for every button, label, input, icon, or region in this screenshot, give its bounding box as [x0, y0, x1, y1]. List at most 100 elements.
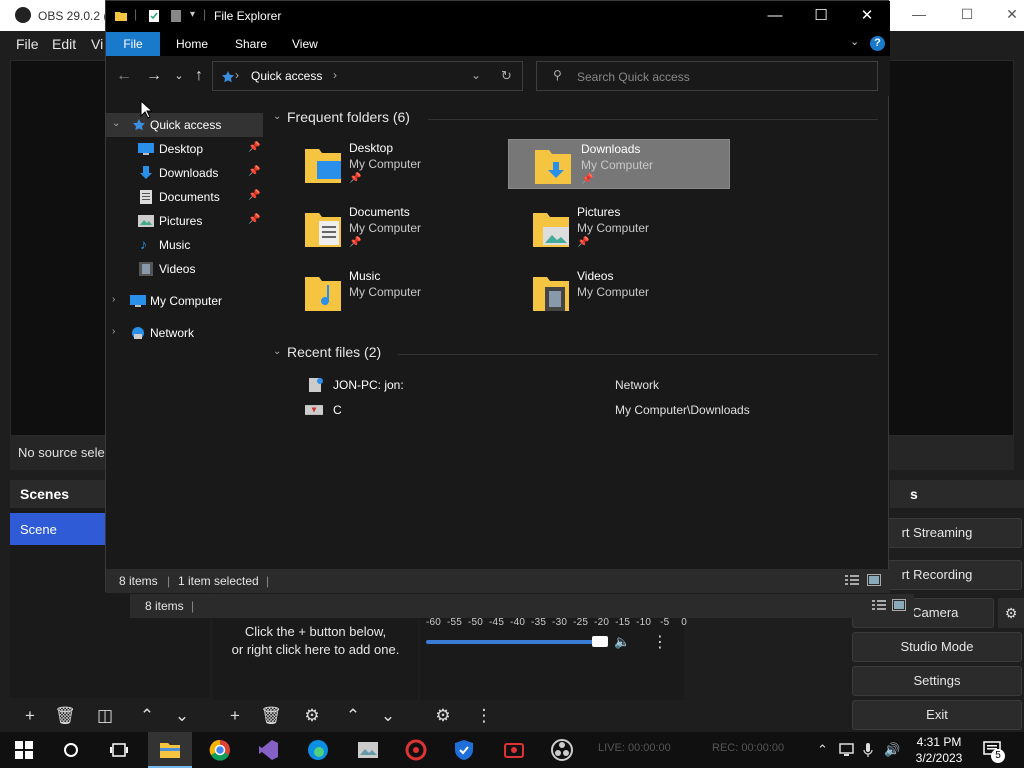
- folder-tile-downloads[interactable]: Downloads My Computer 📌: [508, 139, 730, 189]
- obs-menu-file[interactable]: File: [16, 36, 39, 52]
- volume-slider[interactable]: [426, 640, 602, 644]
- pin-icon[interactable]: 📌: [248, 142, 260, 153]
- move-source-up-icon[interactable]: ⌃: [340, 704, 366, 728]
- nav-item-quick-access[interactable]: ⌄ Quick access: [106, 113, 263, 137]
- ribbon-tab-share[interactable]: Share: [235, 37, 267, 51]
- nav-item-videos[interactable]: Videos: [106, 257, 263, 281]
- scene-filters-icon[interactable]: ◫: [92, 704, 118, 728]
- search-icon[interactable]: [63, 742, 79, 758]
- collapse-chevron-icon[interactable]: ⌄: [273, 111, 281, 122]
- nav-item-desktop[interactable]: Desktop 📌: [106, 137, 263, 161]
- volume-slider-handle[interactable]: [592, 636, 608, 647]
- search-box[interactable]: ⚲ Search Quick access: [536, 61, 878, 91]
- taskbar-app-camera[interactable]: [492, 732, 536, 768]
- pin-icon[interactable]: 📌: [349, 173, 361, 184]
- ribbon-tab-home[interactable]: Home: [176, 37, 208, 51]
- pin-icon[interactable]: 📌: [577, 237, 589, 248]
- recent-locations-icon[interactable]: ⌄: [168, 66, 190, 86]
- recent-file-row[interactable]: JON-PC: jon: Network: [295, 375, 875, 397]
- muted-speaker-icon[interactable]: 🔈: [614, 634, 630, 650]
- taskbar-app-shield[interactable]: [442, 732, 486, 768]
- ribbon-tab-file[interactable]: File: [106, 32, 160, 56]
- taskbar-edge[interactable]: [296, 732, 340, 768]
- folder-tile-pictures[interactable]: Pictures My Computer 📌: [531, 203, 753, 253]
- large-icons-view-icon[interactable]: [867, 574, 881, 586]
- collapse-chevron-icon[interactable]: ⌄: [112, 118, 120, 129]
- obs-menu-view[interactable]: Vi: [91, 36, 103, 52]
- breadcrumb-chevron-icon-2[interactable]: ›: [333, 68, 337, 82]
- up-arrow-icon[interactable]: ↑: [188, 66, 210, 86]
- taskbar-file-explorer[interactable]: [148, 732, 192, 768]
- folder-tile-music[interactable]: Music My Computer: [303, 267, 525, 317]
- obs-maximize-button[interactable]: ☐: [958, 6, 976, 24]
- mixer-options-icon[interactable]: ⋮: [471, 704, 497, 728]
- remove-source-icon[interactable]: 🗑: [258, 704, 284, 728]
- taskbar-chrome[interactable]: [198, 732, 242, 768]
- explorer-minimize-button[interactable]: —: [752, 1, 798, 31]
- expand-chevron-icon[interactable]: ›: [112, 294, 115, 305]
- pin-icon[interactable]: 📌: [248, 166, 260, 177]
- expand-chevron-icon[interactable]: ›: [112, 326, 115, 337]
- folder-tile-videos[interactable]: Videos My Computer: [531, 267, 753, 317]
- add-scene-icon[interactable]: +: [17, 704, 43, 728]
- move-scene-down-icon[interactable]: ⌄: [169, 704, 195, 728]
- refresh-icon[interactable]: ↻: [501, 68, 512, 84]
- address-bar[interactable]: › Quick access › ⌄ ↻: [212, 61, 523, 91]
- pin-icon[interactable]: 📌: [248, 214, 260, 225]
- pin-icon[interactable]: 📌: [248, 190, 260, 201]
- help-icon[interactable]: ?: [870, 36, 885, 51]
- obs-close-button[interactable]: ✕: [1003, 6, 1021, 24]
- nav-item-downloads[interactable]: Downloads 📌: [106, 161, 263, 185]
- collapse-chevron-icon[interactable]: ⌄: [273, 346, 281, 357]
- network-status-icon[interactable]: [839, 743, 854, 757]
- details-view-icon[interactable]: [872, 599, 886, 611]
- taskbar-app-maps[interactable]: [346, 732, 390, 768]
- obs-menu-edit[interactable]: Edit: [52, 36, 76, 52]
- nav-item-my-computer[interactable]: › My Computer: [106, 289, 263, 313]
- add-source-icon[interactable]: +: [222, 704, 248, 728]
- customize-toolbar-icon[interactable]: ▾: [190, 9, 195, 20]
- pin-icon[interactable]: 📌: [581, 174, 593, 185]
- nav-item-documents[interactable]: Documents 📌: [106, 185, 263, 209]
- pin-icon[interactable]: 📌: [349, 237, 361, 248]
- address-dropdown-icon[interactable]: ⌄: [471, 68, 481, 82]
- show-hidden-icons-chevron-icon[interactable]: ⌃: [817, 742, 828, 758]
- mixer-advanced-icon[interactable]: ⚙: [430, 704, 456, 728]
- ribbon-tab-view[interactable]: View: [292, 37, 318, 51]
- settings-button[interactable]: Settings: [852, 666, 1022, 696]
- mixer-menu-icon[interactable]: ⋮: [652, 632, 668, 652]
- breadcrumb-quick-access[interactable]: Quick access: [251, 69, 322, 83]
- exit-button[interactable]: Exit: [852, 700, 1022, 730]
- volume-icon[interactable]: 🔊: [884, 742, 900, 758]
- source-properties-icon[interactable]: ⚙: [299, 704, 325, 728]
- nav-item-music[interactable]: ♪ Music: [106, 233, 263, 257]
- studio-mode-button[interactable]: Studio Mode: [852, 632, 1022, 662]
- nav-item-pictures[interactable]: Pictures 📌: [106, 209, 263, 233]
- taskbar-app-red[interactable]: [394, 732, 438, 768]
- expand-ribbon-icon[interactable]: ⌄: [850, 35, 859, 48]
- microphone-icon[interactable]: [863, 742, 873, 758]
- breadcrumb-chevron-icon[interactable]: ›: [235, 68, 239, 82]
- virtual-camera-settings-icon[interactable]: ⚙: [998, 598, 1024, 628]
- properties-icon[interactable]: [147, 9, 161, 23]
- back-arrow-icon[interactable]: ←: [113, 66, 135, 86]
- new-folder-icon[interactable]: [169, 9, 183, 23]
- explorer-close-button[interactable]: ✕: [844, 1, 890, 31]
- system-clock[interactable]: 4:31 PM 3/2/2023: [905, 732, 973, 768]
- explorer-maximize-button[interactable]: ☐: [798, 1, 844, 31]
- forward-arrow-icon[interactable]: →: [143, 66, 165, 86]
- recent-file-row[interactable]: C My Computer\Downloads: [295, 400, 875, 422]
- remove-scene-icon[interactable]: 🗑: [52, 704, 78, 728]
- move-source-down-icon[interactable]: ⌄: [375, 704, 401, 728]
- taskbar-visual-studio[interactable]: [246, 732, 290, 768]
- move-scene-up-icon[interactable]: ⌃: [134, 704, 160, 728]
- task-view-icon[interactable]: [110, 742, 128, 758]
- details-view-icon[interactable]: [845, 574, 859, 586]
- nav-item-network[interactable]: › Network: [106, 321, 263, 345]
- large-icons-view-icon[interactable]: [892, 599, 906, 611]
- folder-tile-desktop[interactable]: Desktop My Computer 📌: [303, 139, 525, 189]
- sources-list[interactable]: Click the + button below, or right click…: [213, 618, 418, 700]
- folder-tile-documents[interactable]: Documents My Computer 📌: [303, 203, 525, 253]
- windows-start-icon[interactable]: [15, 741, 33, 759]
- obs-minimize-button[interactable]: —: [910, 6, 928, 24]
